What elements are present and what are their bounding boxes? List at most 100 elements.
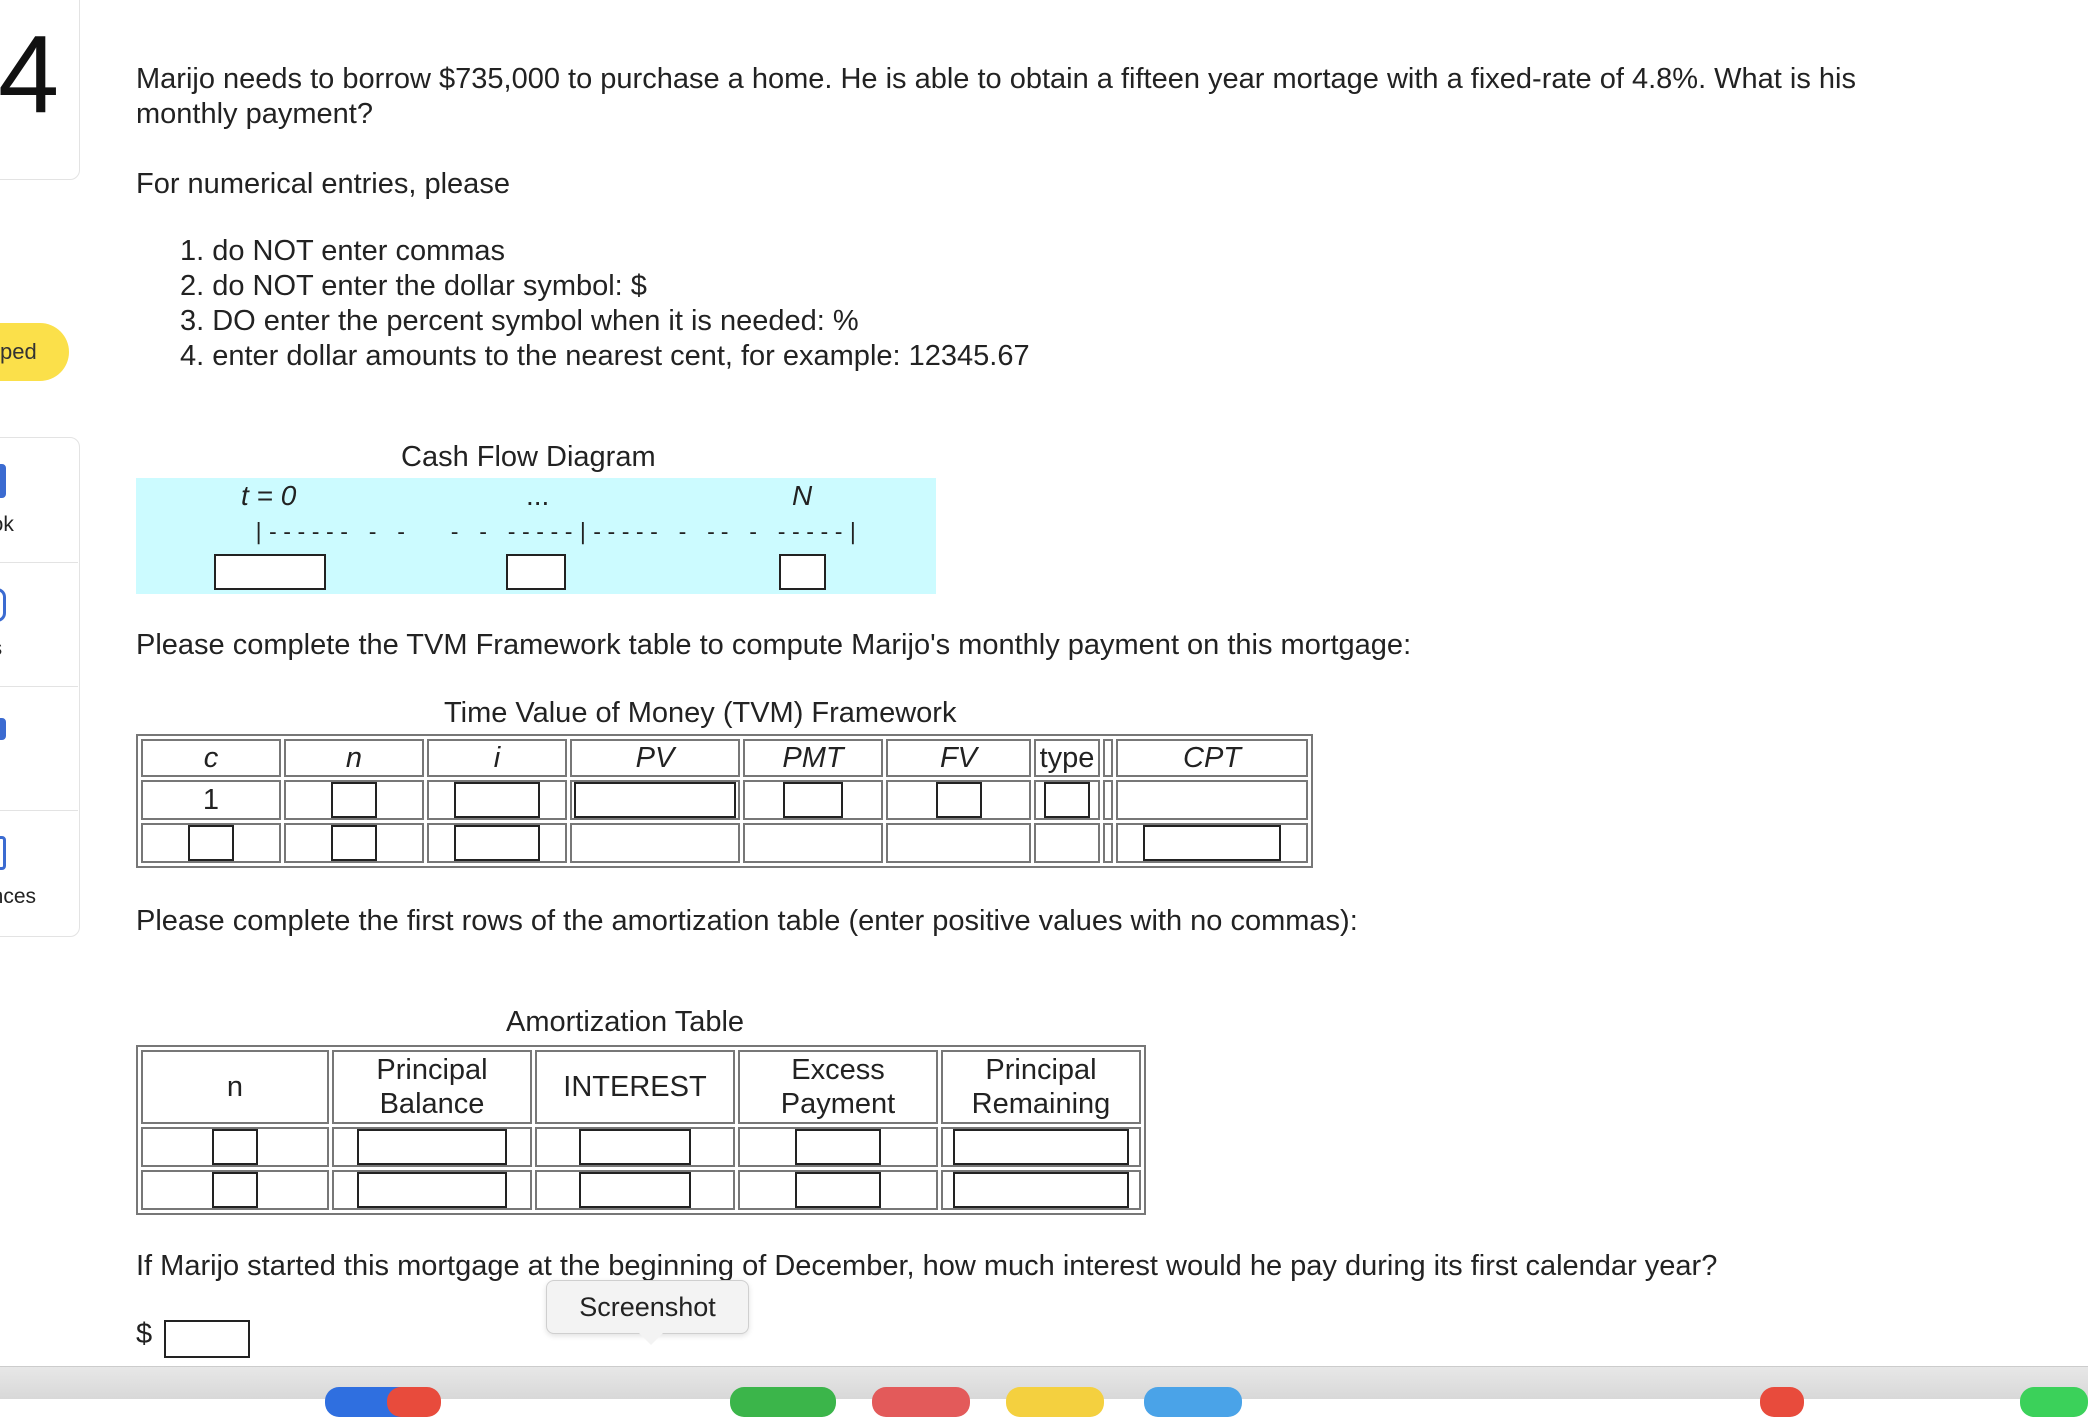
amort-row1-balance-input[interactable]: [357, 1129, 507, 1165]
question-text-line1: Marijo needs to borrow $735,000 to purch…: [136, 63, 1856, 95]
table-row: [141, 1127, 1141, 1167]
row1-pv-input[interactable]: [574, 782, 736, 818]
end-label: N: [792, 480, 813, 511]
row2-n-cell: [284, 823, 424, 863]
spacer-cell: [1103, 780, 1113, 820]
dock-app-icon[interactable]: [2020, 1387, 2088, 1417]
notes-icon: [0, 588, 6, 622]
amort-row2-n-cell: [141, 1170, 329, 1210]
amortization-prompt: Please complete the first rows of the am…: [136, 905, 1358, 937]
col-header-principal-balance: Principal Balance: [332, 1050, 532, 1124]
col-header-type: type: [1034, 739, 1100, 777]
list-item: 1. do NOT enter commas: [180, 235, 506, 267]
dock-app-icon[interactable]: [730, 1387, 836, 1417]
dock-app-icon[interactable]: [1144, 1387, 1242, 1417]
row1-pv-cell: [570, 780, 740, 820]
amort-row1-remaining-cell: [941, 1127, 1141, 1167]
dock-app-icon[interactable]: [1760, 1387, 1804, 1417]
row1-i-input[interactable]: [454, 782, 540, 818]
row1-c: 1: [141, 780, 281, 820]
sidebar-item-label: ences: [0, 885, 37, 908]
amort-row1-n-input[interactable]: [212, 1129, 258, 1165]
row2-i-input[interactable]: [454, 825, 540, 861]
currency-symbol: $: [136, 1318, 153, 1350]
amort-row2-balance-input[interactable]: [357, 1172, 507, 1208]
amort-row1-excess-input[interactable]: [795, 1129, 881, 1165]
row1-n-input[interactable]: [331, 782, 377, 818]
row2-pv-cell: [570, 823, 740, 863]
interest-answer-input[interactable]: [164, 1320, 250, 1358]
list-item: 4. enter dollar amounts to the nearest c…: [180, 340, 1030, 372]
col-header-interest: INTEREST: [535, 1050, 735, 1124]
row1-type-input[interactable]: [1044, 782, 1090, 818]
row1-i-cell: [427, 780, 567, 820]
skipped-label: ped: [0, 339, 37, 364]
col-header-i: i: [427, 739, 567, 777]
instructions-list: 1. do NOT enter commas 2. do NOT enter t…: [180, 234, 1030, 374]
sidebar-item-print[interactable]: nt: [0, 688, 78, 811]
instructions-intro: For numerical entries, please: [136, 168, 510, 200]
screenshot-tooltip: Screenshot: [546, 1280, 749, 1345]
row2-cpt-input[interactable]: [1143, 825, 1281, 861]
timeline-end: - - -----|: [718, 520, 861, 545]
row2-n-input[interactable]: [331, 825, 377, 861]
dock-app-icon[interactable]: [872, 1387, 970, 1417]
cash-flow-input-mid[interactable]: [506, 554, 566, 590]
sidebar-item-label: ook: [0, 513, 14, 536]
amort-row2-excess-cell: [738, 1170, 938, 1210]
col-header-excess-payment: Excess Payment: [738, 1050, 938, 1124]
col-header-n: n: [284, 739, 424, 777]
col-header-cpt: CPT: [1116, 739, 1308, 777]
amort-row2-n-input[interactable]: [212, 1172, 258, 1208]
t0-label: t = 0: [241, 480, 297, 511]
row2-cpt-cell: [1116, 823, 1308, 863]
amort-row2-remaining-cell: [941, 1170, 1141, 1210]
spacer-cell: [1103, 823, 1113, 863]
amort-row1-remaining-input[interactable]: [953, 1129, 1129, 1165]
row2-c-input[interactable]: [188, 825, 234, 861]
mid-label: ...: [526, 480, 550, 511]
print-icon: [0, 718, 6, 740]
sidebar-item-label: es: [0, 637, 2, 661]
amortization-table: n Principal Balance INTEREST Excess Paymen…: [136, 1045, 1146, 1215]
dock-app-icon[interactable]: [387, 1387, 441, 1417]
row1-pmt-input[interactable]: [783, 782, 843, 818]
row1-cpt-cell: [1116, 780, 1308, 820]
amort-row2-balance-cell: [332, 1170, 532, 1210]
tvm-prompt: Please complete the TVM Framework table …: [136, 629, 1412, 661]
col-header-c: c: [141, 739, 281, 777]
amort-row2-interest-cell: [535, 1170, 735, 1210]
sidebar-item-notes[interactable]: es: [0, 564, 78, 687]
cash-flow-input-t0[interactable]: [214, 554, 326, 590]
list-item: 2. do NOT enter the dollar symbol: $: [180, 270, 647, 302]
dock: [0, 1366, 2088, 1417]
amort-row1-interest-input[interactable]: [579, 1129, 691, 1165]
sidebar-item-ebook[interactable]: ook: [0, 440, 78, 563]
sidebar-item-references[interactable]: ences: [0, 812, 78, 934]
amort-row1-excess-cell: [738, 1127, 938, 1167]
row2-i-cell: [427, 823, 567, 863]
cash-flow-input-n[interactable]: [779, 554, 826, 590]
row2-c-cell: [141, 823, 281, 863]
row1-type-cell: [1034, 780, 1100, 820]
col-header-n: n: [141, 1050, 329, 1124]
amort-row2-interest-input[interactable]: [579, 1172, 691, 1208]
row1-fv-input[interactable]: [935, 782, 982, 818]
cash-flow-diagram: t = 0 ... N |------ - - - - -----|----- …: [136, 478, 936, 594]
amort-row2-excess-input[interactable]: [795, 1172, 881, 1208]
question-number: 4: [0, 13, 60, 136]
book-icon: [0, 464, 6, 498]
table-row: [141, 823, 1308, 863]
dock-app-icon[interactable]: [1006, 1387, 1104, 1417]
table-header-row: n Principal Balance INTEREST Excess Paymen…: [141, 1050, 1141, 1124]
amort-row2-remaining-input[interactable]: [953, 1172, 1129, 1208]
question-text-line2: monthly payment?: [136, 98, 373, 130]
final-question-text: If Marijo started this mortgage at the b…: [136, 1250, 1718, 1282]
row1-n-cell: [284, 780, 424, 820]
amortization-title: Amortization Table: [506, 1006, 745, 1038]
table-header-row: c n i PV PMT FV type CPT: [141, 739, 1308, 777]
references-icon: [0, 836, 6, 870]
row2-pmt-cell: [743, 823, 883, 863]
cash-flow-title: Cash Flow Diagram: [401, 441, 656, 473]
list-item: 3. DO enter the percent symbol when it i…: [180, 305, 859, 337]
